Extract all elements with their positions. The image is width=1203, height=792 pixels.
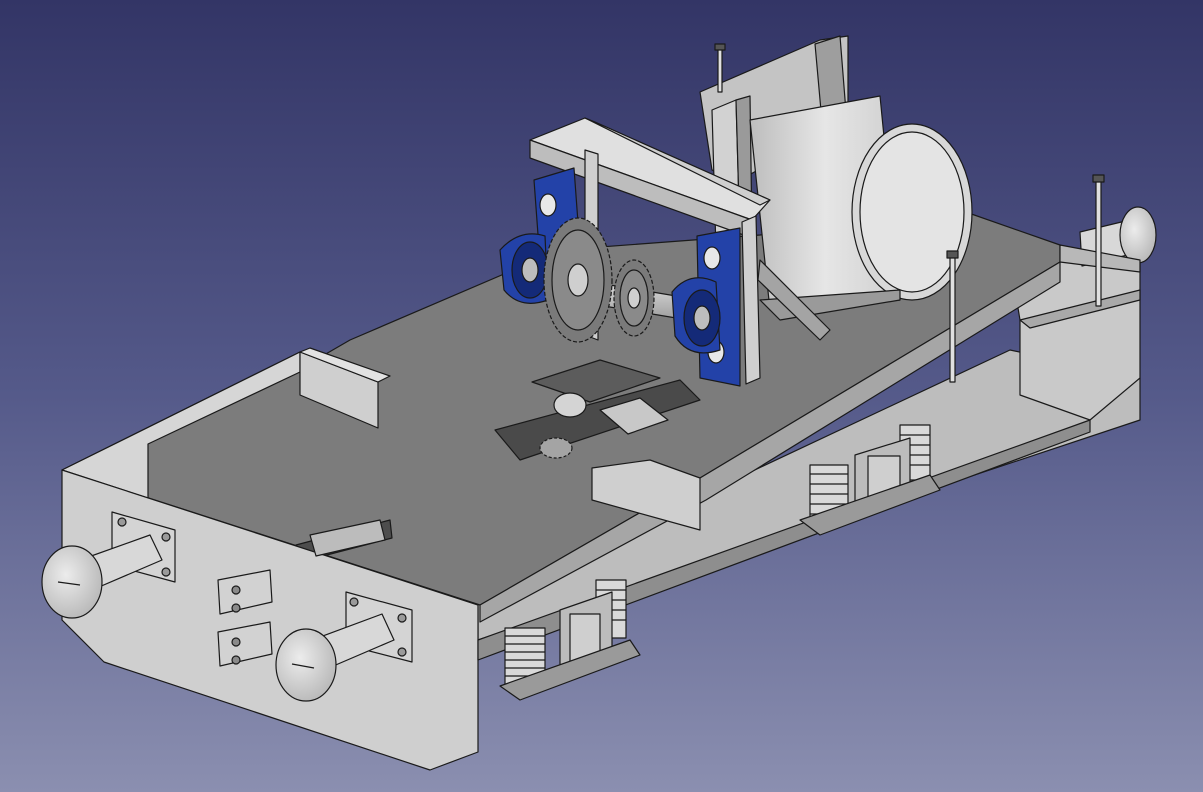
3d-viewport[interactable] — [0, 0, 1203, 792]
rear-buffer[interactable] — [1059, 206, 1157, 273]
sprocket-large[interactable] — [543, 217, 613, 343]
cad-model[interactable] — [0, 0, 1203, 792]
sprocket-small[interactable] — [613, 259, 655, 337]
